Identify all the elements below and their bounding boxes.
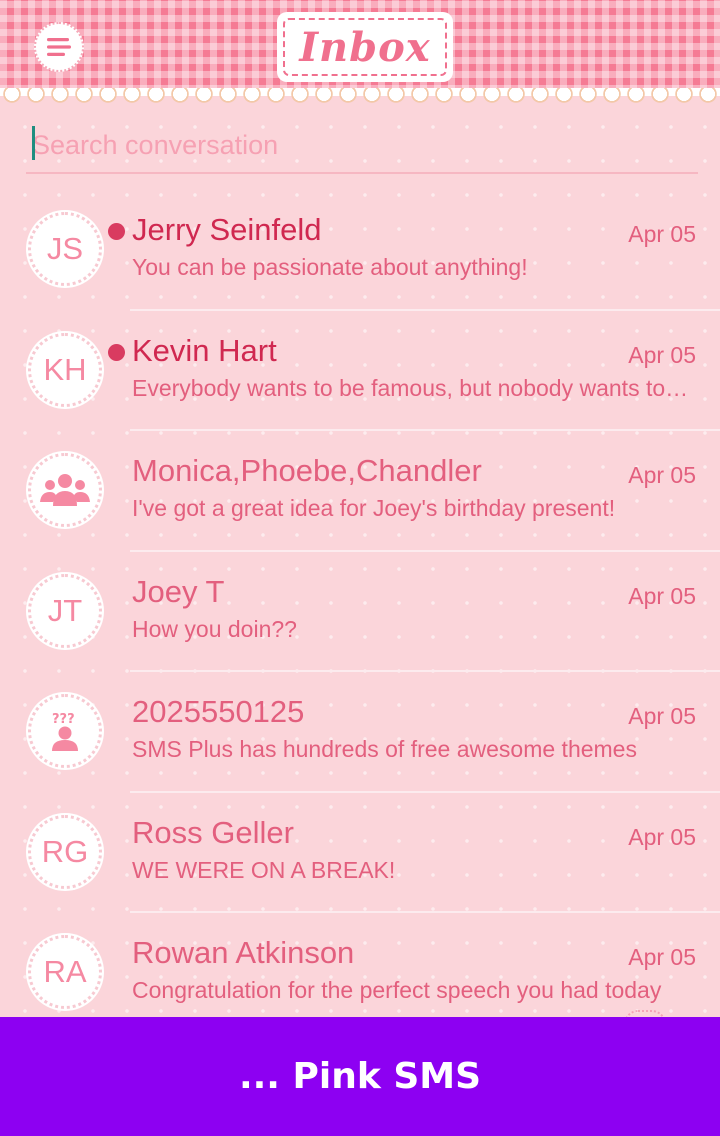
- unread-indicator: [108, 343, 125, 361]
- avatar-initials: RG: [41, 833, 89, 869]
- search-bar[interactable]: [26, 122, 704, 174]
- message-date: Apr 05: [628, 582, 696, 609]
- hamburger-menu-icon: [47, 38, 71, 56]
- message-date: Apr 05: [628, 462, 696, 488]
- contact-name: Jerry Seinfeld: [132, 212, 322, 247]
- avatar: JS: [28, 212, 102, 286]
- message-date: Apr 05: [628, 221, 696, 247]
- avatar: JT: [28, 573, 102, 648]
- message-date: Apr 05: [628, 944, 696, 970]
- avatar: [28, 453, 102, 527]
- message-preview: You can be passionate about anything!: [132, 254, 528, 280]
- avatar: RA: [28, 935, 102, 1009]
- contact-name: Kevin Hart: [132, 332, 277, 368]
- unread-indicator: [108, 223, 125, 240]
- search-input[interactable]: [26, 122, 704, 168]
- menu-button[interactable]: [34, 22, 84, 72]
- title-badge: Inbox: [277, 12, 453, 82]
- avatar-initials: JT: [47, 592, 83, 628]
- conversation-list: JS Jerry Seinfeld Apr 05 You can be pass…: [0, 190, 720, 1034]
- message-preview: WE WERE ON A BREAK!: [132, 856, 396, 883]
- page-title: Inbox: [299, 23, 431, 71]
- message-date: Apr 05: [628, 341, 696, 368]
- banner-text: ... Pink SMS: [238, 1056, 482, 1097]
- contact-name: Rowan Atkinson: [132, 935, 355, 970]
- conversation-row[interactable]: KH Kevin Hart Apr 05 Everybody wants to …: [0, 311, 720, 431]
- contact-name: 2025550125: [132, 694, 305, 729]
- avatar-initials: JS: [46, 231, 84, 266]
- contact-name: Monica,Phoebe,Chandler: [132, 453, 482, 488]
- message-preview: SMS Plus has hundreds of free awesome th…: [132, 736, 637, 762]
- message-preview: I've got a great idea for Joey's birthda…: [132, 495, 616, 521]
- avatar: RG: [28, 814, 102, 889]
- conversation-row[interactable]: JS Jerry Seinfeld Apr 05 You can be pass…: [0, 190, 720, 311]
- message-preview: Everybody wants to be famous, but nobody…: [132, 374, 692, 401]
- group-icon: [40, 474, 90, 506]
- conversation-row[interactable]: ??? 2025550125 Apr 05 SMS Plus has hundr…: [0, 672, 720, 793]
- contact-name: Joey T: [132, 573, 225, 609]
- conversation-row[interactable]: RA Rowan Atkinson Apr 05 Congratulation …: [0, 913, 720, 1034]
- avatar: KH: [28, 332, 102, 407]
- promo-banner: ... Pink SMS: [0, 1017, 720, 1136]
- message-preview: How you doin??: [132, 615, 297, 642]
- avatar-initials: KH: [43, 351, 87, 387]
- contact-name: Ross Geller: [132, 814, 294, 850]
- conversation-row[interactable]: JT Joey T Apr 05 How you doin??: [0, 552, 720, 672]
- unknown-contact-icon: ???: [52, 712, 78, 751]
- message-date: Apr 05: [628, 823, 696, 850]
- svg-text:???: ???: [52, 712, 75, 727]
- text-cursor: [32, 126, 35, 160]
- conversation-row[interactable]: Monica,Phoebe,Chandler Apr 05 I've got a…: [0, 431, 720, 552]
- avatar-initials: RA: [43, 954, 87, 989]
- conversation-row[interactable]: RG Ross Geller Apr 05 WE WERE ON A BREAK…: [0, 793, 720, 913]
- avatar: ???: [28, 694, 102, 768]
- message-date: Apr 05: [628, 703, 696, 729]
- lace-scallops: [0, 88, 720, 112]
- message-preview: Congratulation for the perfect speech yo…: [132, 977, 662, 1003]
